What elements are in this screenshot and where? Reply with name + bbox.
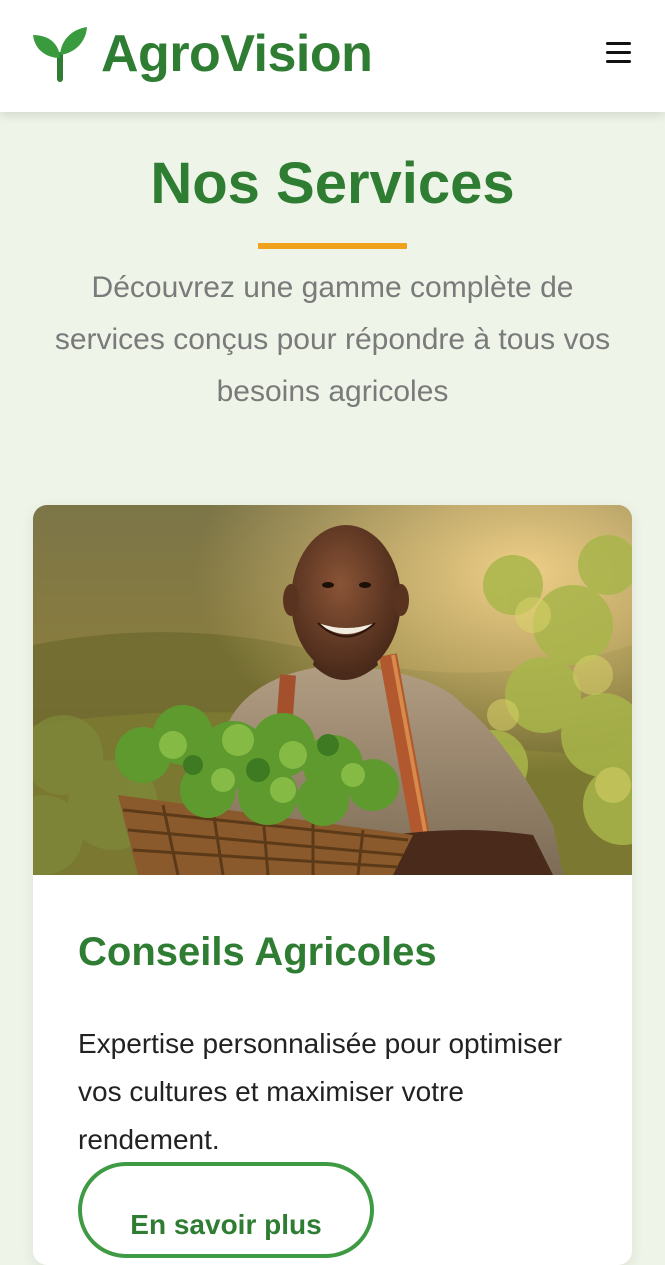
card-title: Conseils Agricoles — [78, 930, 437, 974]
section-title: Nos Services — [150, 151, 515, 216]
card-description: Expertise personnalisée pour optimiser v… — [78, 1028, 563, 1155]
service-card: Conseils Agricoles Expertise personnalis… — [33, 505, 632, 1265]
site-header: AgroVision — [0, 0, 665, 112]
learn-more-button[interactable]: En savoir plus — [78, 1162, 374, 1258]
card-image — [33, 505, 632, 875]
title-underline — [258, 243, 407, 249]
sprout-icon[interactable] — [31, 25, 89, 83]
hamburger-menu-icon[interactable] — [604, 40, 634, 66]
section-description: Découvrez une gamme complète de services… — [54, 271, 611, 408]
brand-name[interactable]: AgroVision — [101, 24, 373, 84]
